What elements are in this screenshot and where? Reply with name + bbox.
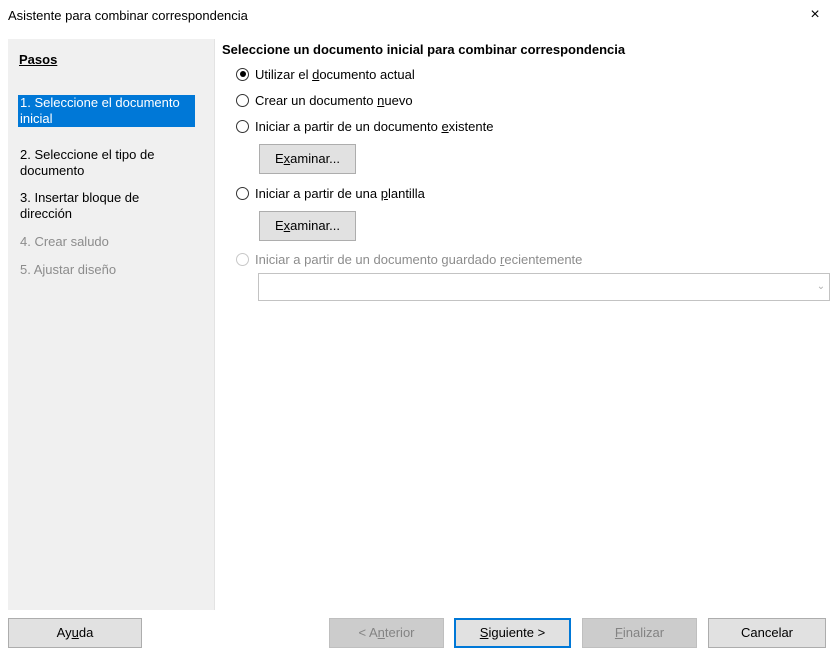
radio-button[interactable] — [236, 93, 249, 107]
browse-template-button[interactable]: Examinar... — [259, 211, 356, 241]
option-start-from-existing-document[interactable]: Iniciar a partir de un documento existen… — [236, 117, 493, 135]
option-label: Utilizar el documento actual — [255, 66, 415, 82]
radio-button-checked[interactable] — [236, 67, 249, 81]
step-label-line1: 4. Crear saludo — [20, 234, 109, 249]
step-label-line2: dirección — [20, 206, 73, 221]
window-title: Asistente para combinar correspondencia — [8, 8, 248, 23]
recent-documents-dropdown: ⌄ — [258, 273, 830, 301]
radio-button[interactable] — [236, 119, 249, 133]
browse-existing-document-button[interactable]: Examinar... — [259, 144, 356, 174]
option-label: Iniciar a partir de un documento guardad… — [255, 251, 583, 267]
step-label-line1: 2. Seleccione el tipo de — [20, 147, 155, 162]
option-label: Iniciar a partir de un documento existen… — [255, 118, 494, 134]
cancel-button[interactable]: Cancelar — [708, 618, 826, 648]
step-insert-address-block[interactable]: 3. Insertar bloque de dirección — [18, 190, 195, 222]
step-label-line2: documento — [20, 163, 85, 178]
radio-button-disabled — [236, 252, 249, 266]
sidebar-divider — [214, 39, 215, 610]
steps-sidebar: Pasos 1. Seleccione el documento inicial… — [8, 39, 214, 610]
footer-divider — [0, 610, 830, 611]
step-select-start-document[interactable]: 1. Seleccione el documento inicial — [18, 95, 195, 127]
back-button: < Anterior — [329, 618, 444, 648]
step-label-line1: 5. Ajustar diseño — [20, 262, 117, 277]
step-label-line2: inicial — [20, 111, 53, 126]
page-heading: Seleccione un documento inicial para com… — [222, 42, 626, 57]
steps-heading: Pasos — [19, 52, 58, 67]
step-select-document-type[interactable]: 2. Seleccione el tipo de documento — [18, 147, 195, 179]
option-start-from-recent-document: Iniciar a partir de un documento guardad… — [236, 250, 582, 268]
option-label: Crear un documento nuevo — [255, 92, 413, 108]
step-create-salutation: 4. Crear saludo — [18, 234, 195, 250]
option-create-new-document[interactable]: Crear un documento nuevo — [236, 91, 413, 109]
step-label-line1: 1. Seleccione el documento — [20, 95, 180, 110]
radio-button[interactable] — [236, 186, 249, 200]
title-bar: Asistente para combinar correspondencia … — [0, 0, 830, 32]
chevron-down-icon: ⌄ — [816, 281, 826, 292]
close-icon: × — [810, 6, 820, 23]
step-label-line1: 3. Insertar bloque de — [20, 190, 140, 205]
option-start-from-template[interactable]: Iniciar a partir de una plantilla — [236, 184, 425, 202]
option-use-current-document[interactable]: Utilizar el documento actual — [236, 65, 415, 83]
finish-button: Finalizar — [582, 618, 697, 648]
option-label: Iniciar a partir de una plantilla — [255, 185, 425, 201]
help-button[interactable]: Ayuda — [8, 618, 142, 648]
close-button[interactable]: × — [800, 0, 830, 30]
next-button[interactable]: Siguiente > — [454, 618, 571, 648]
step-adjust-layout: 5. Ajustar diseño — [18, 262, 195, 278]
